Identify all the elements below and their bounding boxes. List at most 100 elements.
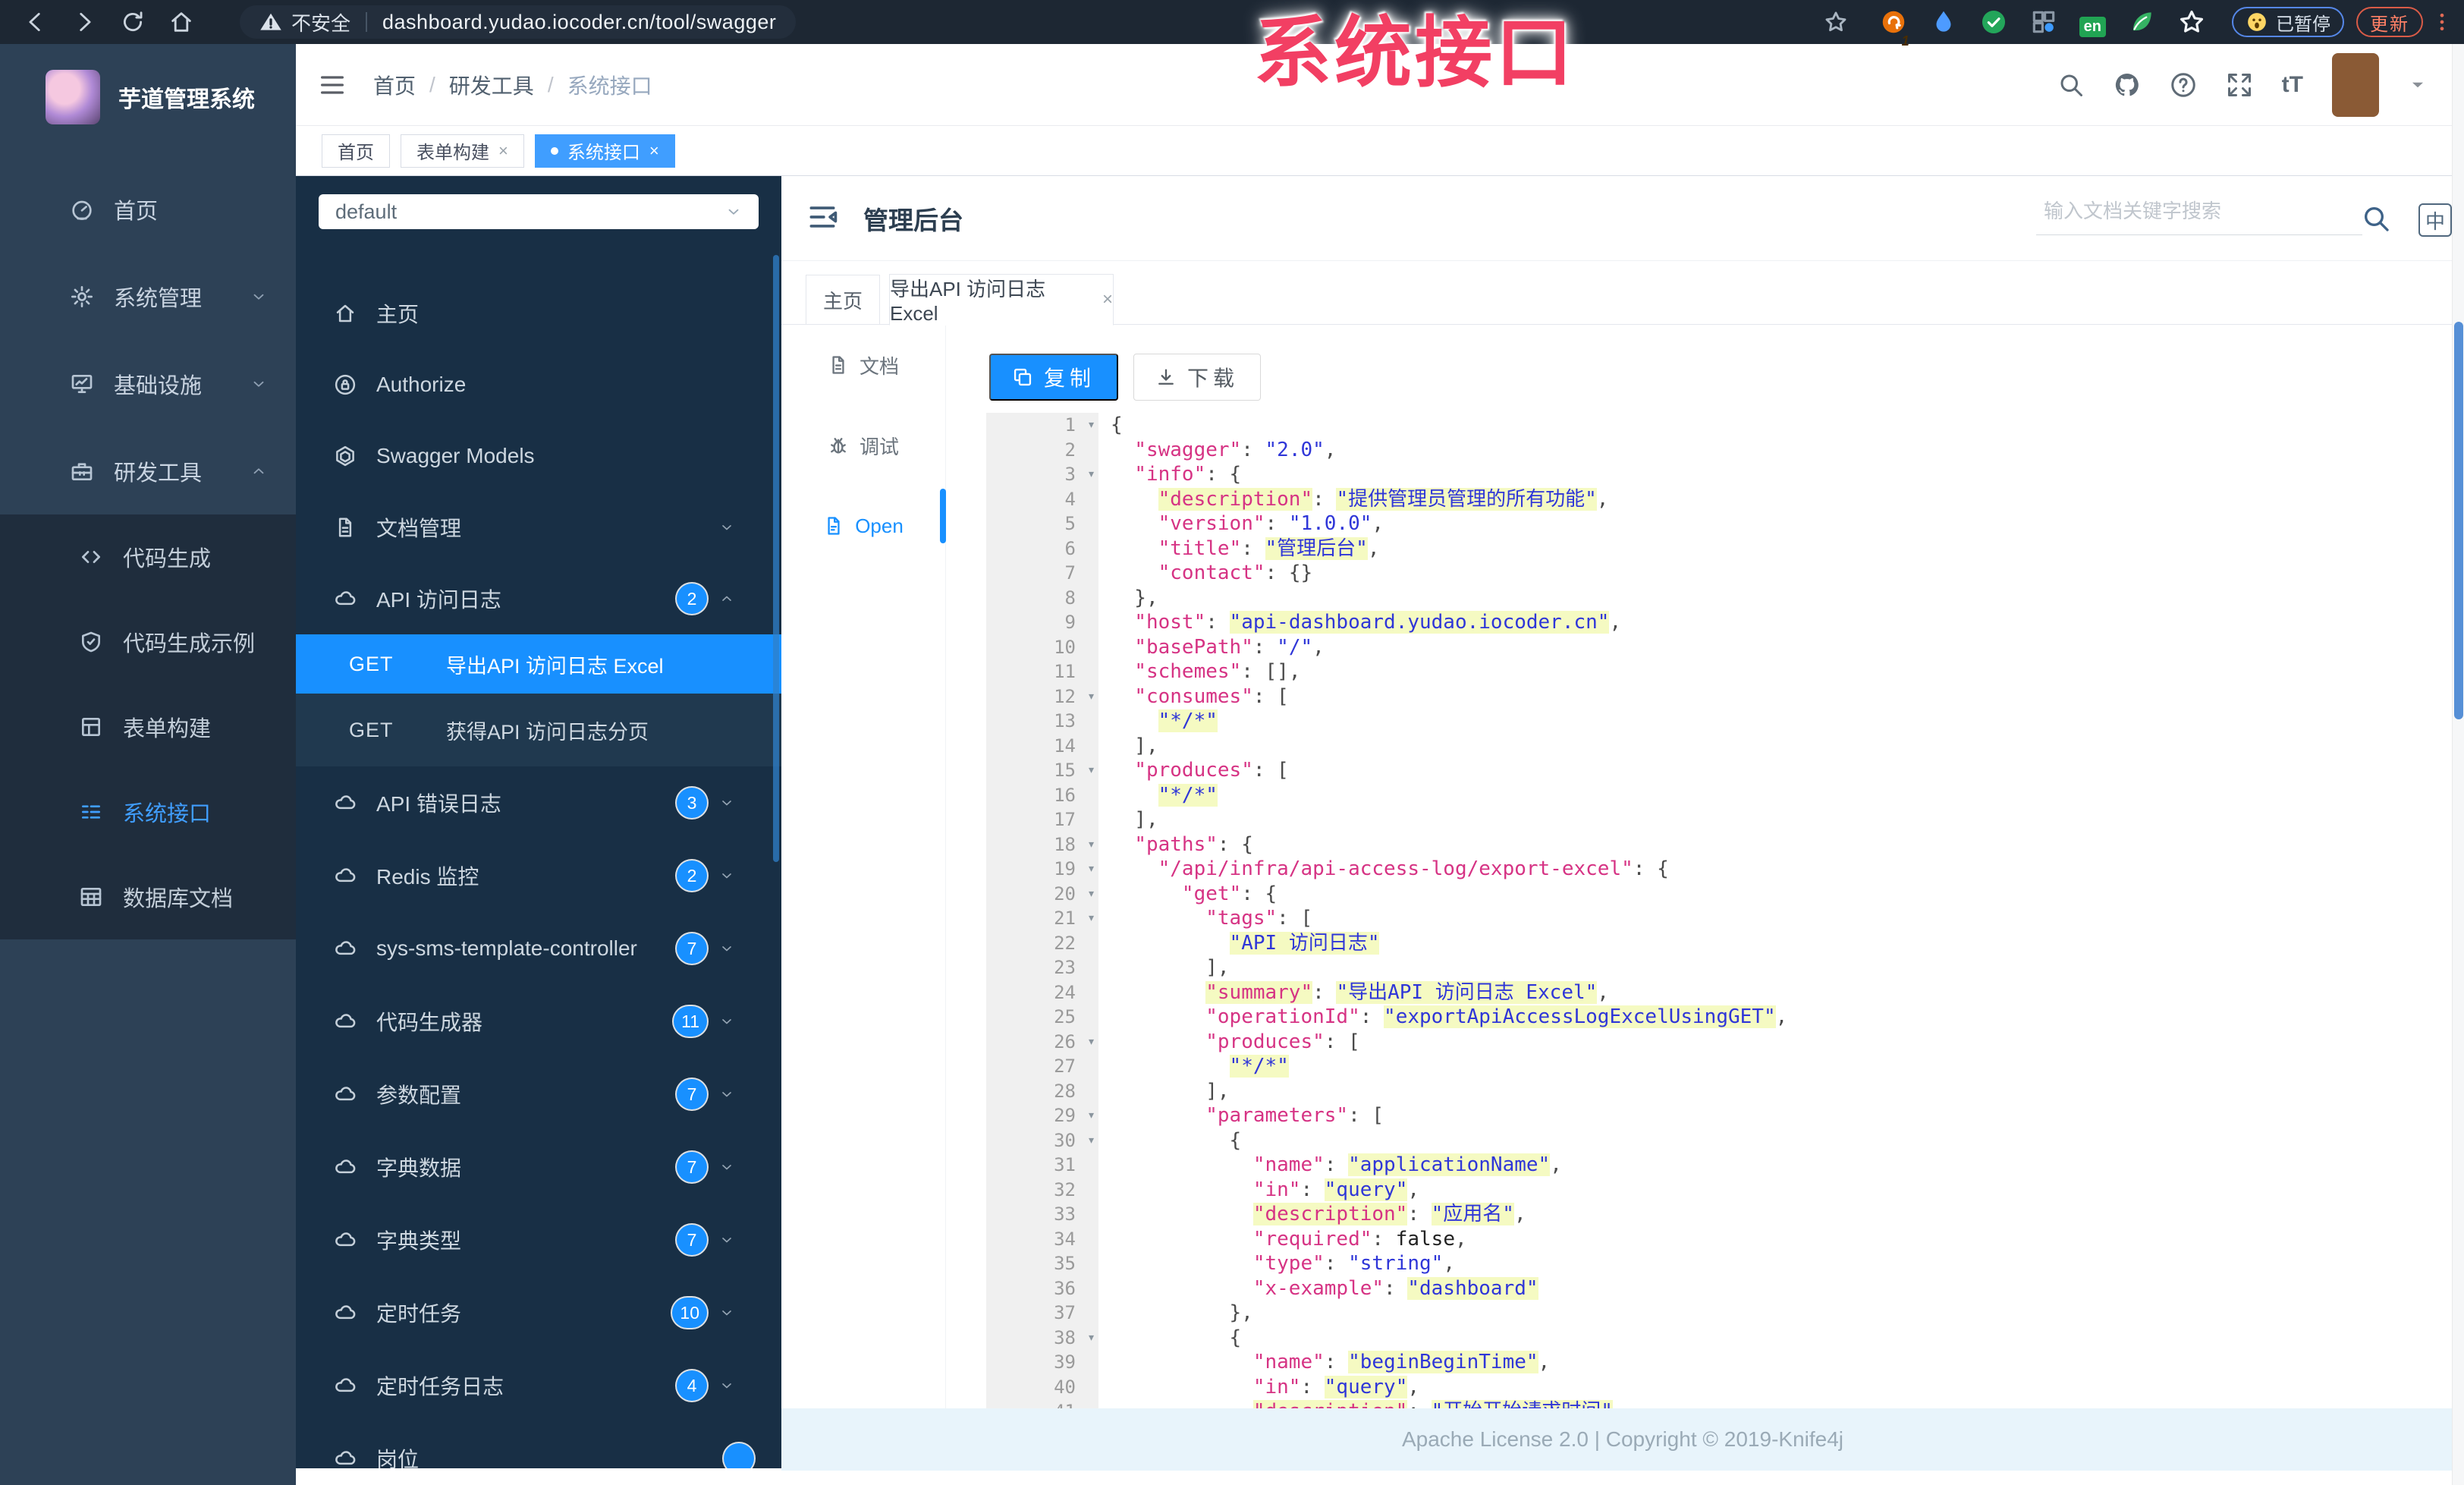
code-line[interactable]: "version": "1.0.0",: [1111, 511, 2452, 536]
code-line[interactable]: "description": "应用名",: [1111, 1202, 2452, 1227]
code-line[interactable]: "consumes": [: [1111, 684, 2452, 709]
code-line[interactable]: "basePath": "/",: [1111, 635, 2452, 660]
extension-pinwheel-icon[interactable]: [2177, 8, 2206, 36]
line-number[interactable]: 25: [986, 1005, 1098, 1030]
mini-nav-调试[interactable]: 调试: [781, 405, 945, 486]
code-line[interactable]: "*/*": [1111, 709, 2452, 734]
hamburger-icon[interactable]: [317, 70, 347, 100]
extension-leaf-icon[interactable]: [2127, 8, 2156, 36]
code-line[interactable]: "paths": {: [1111, 832, 2452, 857]
knife4j-item-API 访问日志[interactable]: API 访问日志 2: [296, 563, 781, 634]
line-number[interactable]: 7: [986, 561, 1098, 586]
bookmark-star-icon[interactable]: [1823, 9, 1849, 35]
fold-arrow-icon[interactable]: ▾: [1087, 413, 1095, 438]
fold-arrow-icon[interactable]: ▾: [1087, 1030, 1095, 1055]
browser-back-icon[interactable]: [23, 9, 49, 35]
code-line[interactable]: {: [1111, 413, 2452, 438]
sidebar-item-研发工具[interactable]: 研发工具: [0, 427, 296, 514]
line-number[interactable]: 17: [986, 807, 1098, 832]
doc-search-input[interactable]: [2036, 188, 2362, 235]
download-button[interactable]: 下载: [1133, 354, 1261, 401]
knife4j-item-Authorize[interactable]: Authorize: [296, 349, 781, 420]
knife4j-item-定时任务[interactable]: 定时任务 10: [296, 1276, 781, 1349]
line-number[interactable]: 19 ▾: [986, 857, 1098, 882]
line-number[interactable]: 38 ▾: [986, 1326, 1098, 1351]
line-number[interactable]: 6: [986, 536, 1098, 562]
knife4j-item-参数配置[interactable]: 参数配置 7: [296, 1058, 781, 1131]
code-editor[interactable]: 1 ▾ 2 3 ▾ 4 5 6 7 8 9 10 11 12 ▾ 13 14 15 ▾ 16 17 18 ▾ 19 ▾ 20 ▾ 21…: [986, 413, 2452, 1408]
code-line[interactable]: ],: [1111, 1079, 2452, 1104]
code-line[interactable]: ],: [1111, 955, 2452, 980]
line-number[interactable]: 40: [986, 1375, 1098, 1400]
copy-button[interactable]: 复制: [989, 354, 1118, 401]
code-line[interactable]: {: [1111, 1326, 2452, 1351]
code-line[interactable]: "description": "提供管理员管理的所有功能",: [1111, 487, 2452, 512]
knife4j-item-字典数据[interactable]: 字典数据 7: [296, 1131, 781, 1203]
line-number[interactable]: 28: [986, 1079, 1098, 1104]
knife4j-item-主页[interactable]: 主页: [296, 278, 781, 349]
fold-arrow-icon[interactable]: ▾: [1087, 684, 1095, 709]
line-number[interactable]: 10: [986, 635, 1098, 660]
line-number[interactable]: 35: [986, 1251, 1098, 1276]
code-line[interactable]: "get": {: [1111, 882, 2452, 907]
code-line[interactable]: "title": "管理后台",: [1111, 536, 2452, 562]
sidebar-subitem-系统接口[interactable]: 系统接口: [0, 769, 296, 854]
doc-tab-导出API 访问日志 Excel[interactable]: 导出API 访问日志 Excel ×: [889, 274, 1114, 326]
menu-fold-icon[interactable]: [806, 200, 839, 234]
fold-arrow-icon[interactable]: ▾: [1087, 857, 1095, 882]
address-bar[interactable]: 不安全 dashboard.yudao.iocoder.cn/tool/swag…: [240, 5, 797, 39]
sidebar-subitem-代码生成示例[interactable]: 代码生成示例: [0, 599, 296, 684]
code-line[interactable]: },: [1111, 1301, 2452, 1326]
line-number[interactable]: 16: [986, 783, 1098, 808]
line-number[interactable]: 33: [986, 1202, 1098, 1227]
knife4j-item-API 错误日志[interactable]: API 错误日志 3: [296, 766, 781, 839]
code-line[interactable]: "host": "api-dashboard.yudao.iocoder.cn"…: [1111, 610, 2452, 635]
line-number[interactable]: 20 ▾: [986, 882, 1098, 907]
code-line[interactable]: "produces": [: [1111, 1030, 2452, 1055]
sidebar-subitem-表单构建[interactable]: 表单构建: [0, 684, 296, 769]
operation-导出API 访问日志 Excel[interactable]: GET 导出API 访问日志 Excel: [296, 634, 781, 694]
tag-close-icon[interactable]: ×: [649, 141, 659, 161]
code-line[interactable]: "API 访问日志": [1111, 931, 2452, 956]
line-number[interactable]: 2: [986, 438, 1098, 463]
breadcrumb-item[interactable]: 系统接口: [567, 70, 652, 100]
line-number[interactable]: 11: [986, 659, 1098, 684]
extension-puzzle-icon[interactable]: [2029, 8, 2058, 36]
knife4j-item-代码生成器[interactable]: 代码生成器 11: [296, 985, 781, 1058]
code-line[interactable]: "summary": "导出API 访问日志 Excel",: [1111, 980, 2452, 1005]
extension-translate-icon[interactable]: en: [2079, 6, 2106, 39]
line-number[interactable]: 22: [986, 931, 1098, 956]
sidebar-item-系统管理[interactable]: 系统管理: [0, 253, 296, 340]
code-line[interactable]: {: [1111, 1128, 2452, 1153]
fold-arrow-icon[interactable]: ▾: [1087, 758, 1095, 783]
line-number[interactable]: 8: [986, 586, 1098, 611]
line-number[interactable]: 37: [986, 1301, 1098, 1326]
code-line[interactable]: },: [1111, 586, 2452, 611]
code-line[interactable]: "swagger": "2.0",: [1111, 438, 2452, 463]
extension-check-icon[interactable]: [1979, 8, 2008, 36]
line-number[interactable]: 26 ▾: [986, 1030, 1098, 1055]
tag-表单构建[interactable]: 表单构建 ×: [401, 134, 524, 168]
code-line[interactable]: "contact": {}: [1111, 561, 2452, 586]
tag-首页[interactable]: 首页: [322, 134, 390, 168]
fullscreen-icon[interactable]: [2226, 71, 2253, 99]
sidebar-scrollbar[interactable]: [773, 255, 779, 862]
line-number[interactable]: 15 ▾: [986, 758, 1098, 783]
line-number[interactable]: 31: [986, 1153, 1098, 1178]
line-number[interactable]: 14: [986, 734, 1098, 759]
code-line[interactable]: "*/*": [1111, 783, 2452, 808]
code-line[interactable]: "produces": [: [1111, 758, 2452, 783]
knife4j-item-岗位[interactable]: 岗位: [296, 1422, 781, 1468]
code-line[interactable]: "description": "开始开始请求时间": [1111, 1399, 2452, 1408]
code-line[interactable]: "/api/infra/api-access-log/export-excel"…: [1111, 857, 2452, 882]
fold-arrow-icon[interactable]: ▾: [1087, 882, 1095, 907]
tag-系统接口[interactable]: 系统接口 ×: [534, 134, 675, 168]
line-number[interactable]: 3 ▾: [986, 462, 1098, 487]
operation-获得API 访问日志分页[interactable]: GET 获得API 访问日志分页: [296, 694, 781, 766]
page-scrollbar[interactable]: [2452, 44, 2464, 1485]
fold-arrow-icon[interactable]: ▾: [1087, 1326, 1095, 1351]
doc-tab-close-icon[interactable]: ×: [1102, 289, 1113, 310]
code-line[interactable]: "info": {: [1111, 462, 2452, 487]
update-pill[interactable]: 更新: [2356, 7, 2423, 37]
header-search-icon[interactable]: [2057, 71, 2085, 99]
